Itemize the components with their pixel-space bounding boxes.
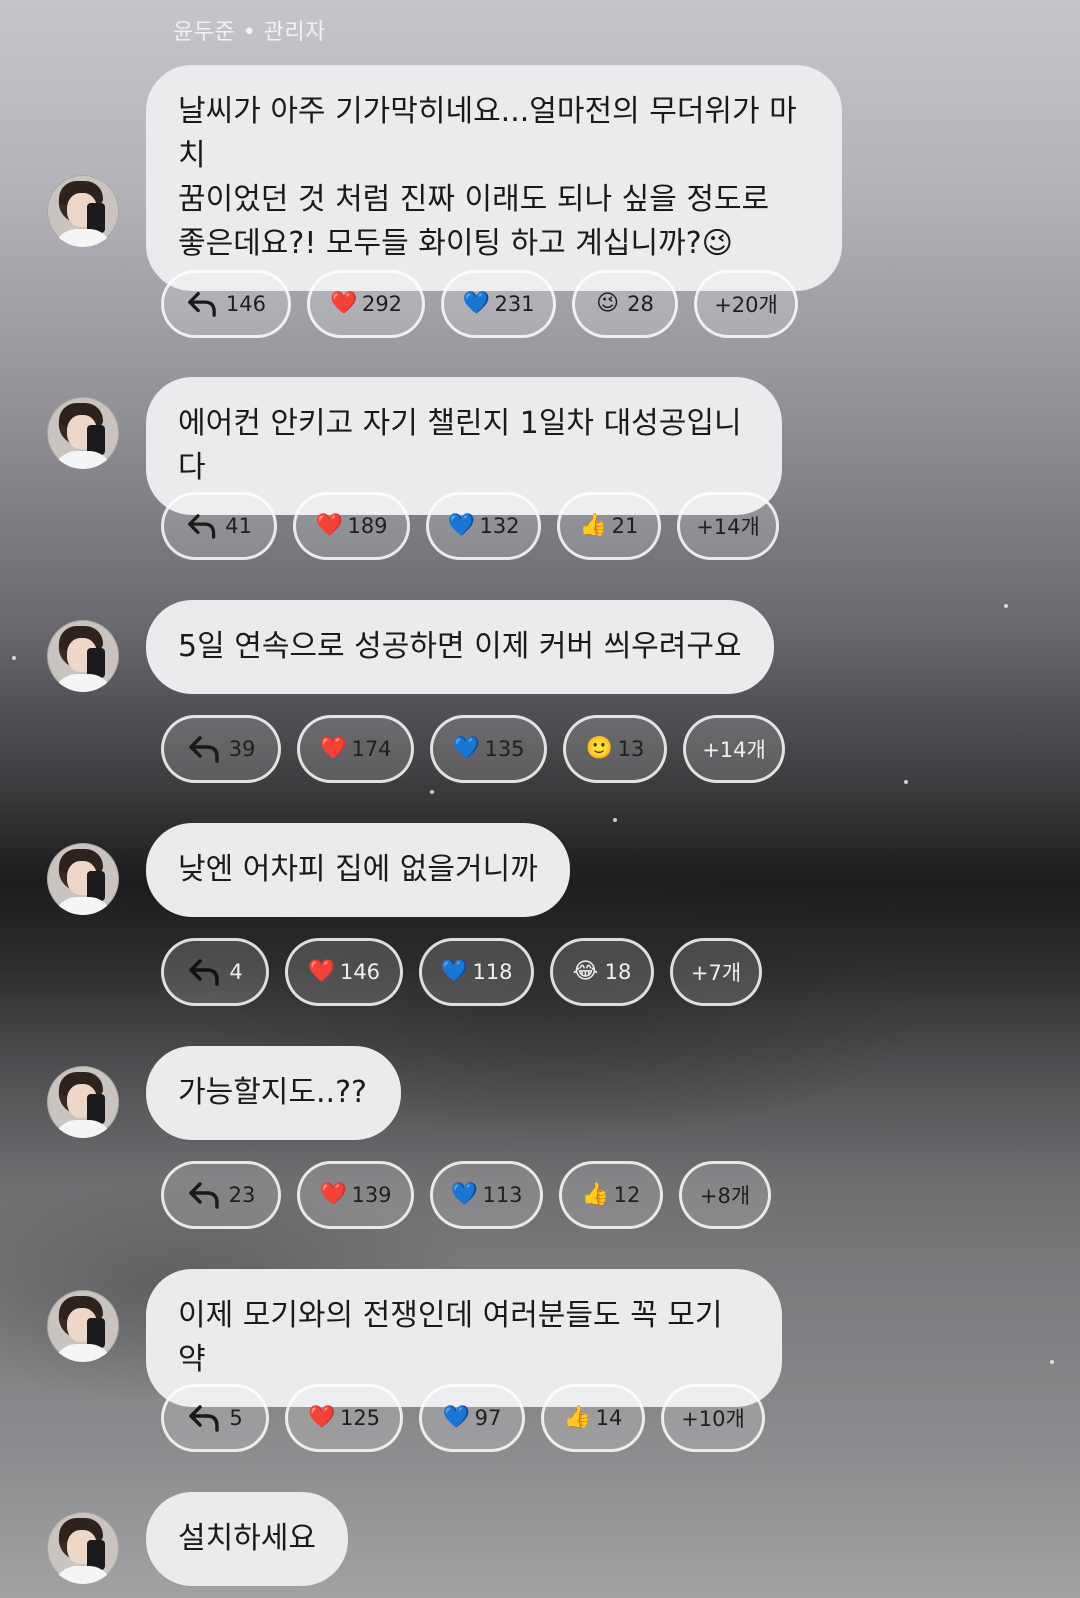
reaction-count: 139 bbox=[351, 1183, 392, 1207]
more-reactions-button[interactable]: +14개 bbox=[677, 492, 779, 560]
thumbs-up-icon: 👍 bbox=[579, 513, 608, 538]
reaction-chip[interactable]: ❤️ 189 bbox=[293, 492, 410, 560]
more-reactions-button[interactable]: +20개 bbox=[694, 270, 798, 338]
reaction-count: 18 bbox=[604, 960, 632, 984]
more-reactions-button[interactable]: +8개 bbox=[679, 1161, 771, 1229]
reaction-chip[interactable]: ❤️ 174 bbox=[297, 715, 414, 783]
reaction-count: 113 bbox=[482, 1183, 523, 1207]
reaction-count: 231 bbox=[494, 292, 535, 316]
blue-heart-icon: 💙 bbox=[447, 513, 475, 538]
reply-button[interactable]: 23 bbox=[161, 1161, 281, 1229]
reaction-count: 12 bbox=[613, 1183, 641, 1207]
reaction-count: 146 bbox=[339, 960, 381, 984]
reply-button[interactable]: 41 bbox=[161, 492, 277, 560]
message-bubble[interactable]: 낮엔 어차피 집에 없을거니까 bbox=[146, 823, 570, 917]
red-heart-icon: ❤️ bbox=[307, 959, 336, 984]
reaction-bar: 23 ❤️ 139 💙 113 👍 12 +8개 bbox=[161, 1161, 771, 1229]
reply-arrow-icon bbox=[188, 292, 216, 317]
reply-count: 23 bbox=[228, 1183, 256, 1207]
avatar[interactable] bbox=[47, 620, 119, 692]
reaction-chip[interactable]: ❤️ 139 bbox=[297, 1161, 414, 1229]
reaction-count: 13 bbox=[617, 737, 645, 761]
reaction-count: 118 bbox=[472, 960, 513, 984]
reaction-chip[interactable]: ❤️ 292 bbox=[307, 270, 425, 338]
red-heart-icon: ❤️ bbox=[319, 736, 347, 761]
message-bubble[interactable]: 날씨가 아주 기가막히네요...얼마전의 무더위가 마치 꿈이었던 것 처럼 진… bbox=[146, 65, 842, 291]
blue-heart-icon: 💙 bbox=[440, 959, 468, 984]
blue-heart-icon: 💙 bbox=[442, 1405, 471, 1430]
avatar[interactable] bbox=[47, 1066, 119, 1138]
reaction-chip[interactable]: 💙 135 bbox=[430, 715, 547, 783]
reply-count: 4 bbox=[229, 960, 243, 984]
reaction-count: 125 bbox=[339, 1406, 381, 1430]
reaction-count: 174 bbox=[351, 737, 392, 761]
reaction-chip[interactable]: 💙 97 bbox=[419, 1384, 525, 1452]
reaction-count: 132 bbox=[479, 514, 520, 538]
reaction-chip[interactable]: 👍 14 bbox=[541, 1384, 645, 1452]
reply-button[interactable]: 146 bbox=[161, 270, 291, 338]
reaction-bar: 39 ❤️ 174 💙 135 🙂 13 +14개 bbox=[161, 715, 785, 783]
reply-button[interactable]: 5 bbox=[161, 1384, 269, 1452]
reaction-chip[interactable]: 💙 132 bbox=[426, 492, 541, 560]
reaction-count: 189 bbox=[347, 514, 388, 538]
reaction-bar: 146 ❤️ 292 💙 231 😉 28 +20개 bbox=[161, 270, 798, 338]
tears-of-joy-icon: 😂 bbox=[572, 959, 599, 984]
blue-heart-icon: 💙 bbox=[450, 1182, 478, 1207]
thumbs-up-icon: 👍 bbox=[581, 1182, 610, 1207]
reply-arrow-icon bbox=[189, 1405, 220, 1432]
thumbs-up-icon: 👍 bbox=[563, 1405, 592, 1430]
message-bubble[interactable]: 5일 연속으로 성공하면 이제 커버 씌우려구요 bbox=[146, 600, 774, 694]
reaction-chip[interactable]: 😂 18 bbox=[550, 938, 654, 1006]
more-reactions-button[interactable]: +7개 bbox=[670, 938, 762, 1006]
reaction-chip[interactable]: 💙 231 bbox=[441, 270, 556, 338]
reaction-bar: 4 ❤️ 146 💙 118 😂 18 +7개 bbox=[161, 938, 762, 1006]
reply-button[interactable]: 4 bbox=[161, 938, 269, 1006]
blue-heart-icon: 💙 bbox=[452, 736, 480, 761]
reaction-count: 28 bbox=[627, 292, 654, 316]
reaction-bar: 5 ❤️ 125 💙 97 👍 14 +10개 bbox=[161, 1384, 765, 1452]
reaction-count: 21 bbox=[611, 514, 639, 538]
avatar[interactable] bbox=[47, 843, 119, 915]
red-heart-icon: ❤️ bbox=[329, 291, 358, 316]
message-bubble[interactable]: 가능할지도..?? bbox=[146, 1046, 401, 1140]
blue-heart-icon: 💙 bbox=[462, 291, 490, 316]
reaction-chip[interactable]: 🙂 13 bbox=[563, 715, 667, 783]
reply-count: 146 bbox=[225, 292, 266, 316]
avatar[interactable] bbox=[47, 175, 119, 247]
winking-face-icon: 😉 bbox=[596, 291, 620, 316]
reaction-chip[interactable]: 💙 118 bbox=[419, 938, 534, 1006]
red-heart-icon: ❤️ bbox=[315, 513, 343, 538]
more-reactions-button[interactable]: +14개 bbox=[683, 715, 785, 783]
red-heart-icon: ❤️ bbox=[307, 1405, 336, 1430]
reaction-chip[interactable]: ❤️ 125 bbox=[285, 1384, 403, 1452]
avatar[interactable] bbox=[47, 1290, 119, 1362]
reaction-count: 97 bbox=[474, 1406, 502, 1430]
reply-count: 5 bbox=[229, 1406, 243, 1430]
reply-count: 39 bbox=[228, 737, 256, 761]
reaction-bar: 41 ❤️ 189 💙 132 👍 21 +14개 bbox=[161, 492, 779, 560]
reply-arrow-icon bbox=[189, 959, 220, 986]
reply-count: 41 bbox=[225, 514, 252, 538]
avatar[interactable] bbox=[47, 1512, 119, 1584]
reaction-count: 135 bbox=[484, 737, 525, 761]
reaction-chip[interactable]: 😉 28 bbox=[572, 270, 678, 338]
reply-arrow-icon bbox=[188, 1182, 219, 1209]
reaction-chip[interactable]: 💙 113 bbox=[430, 1161, 543, 1229]
message-bubble[interactable]: 설치하세요 bbox=[146, 1492, 348, 1586]
red-heart-icon: ❤️ bbox=[319, 1182, 347, 1207]
reaction-chip[interactable]: ❤️ 146 bbox=[285, 938, 403, 1006]
reply-button[interactable]: 39 bbox=[161, 715, 281, 783]
smiling-face-icon: 🙂 bbox=[585, 736, 614, 761]
reaction-count: 14 bbox=[595, 1406, 623, 1430]
sender-name: 윤두준 • 관리자 bbox=[173, 20, 326, 45]
reaction-count: 292 bbox=[361, 292, 403, 316]
reply-arrow-icon bbox=[188, 736, 219, 763]
reaction-chip[interactable]: 👍 21 bbox=[557, 492, 661, 560]
reply-arrow-icon bbox=[188, 514, 216, 539]
more-reactions-button[interactable]: +10개 bbox=[661, 1384, 765, 1452]
reaction-chip[interactable]: 👍 12 bbox=[559, 1161, 663, 1229]
avatar[interactable] bbox=[47, 397, 119, 469]
